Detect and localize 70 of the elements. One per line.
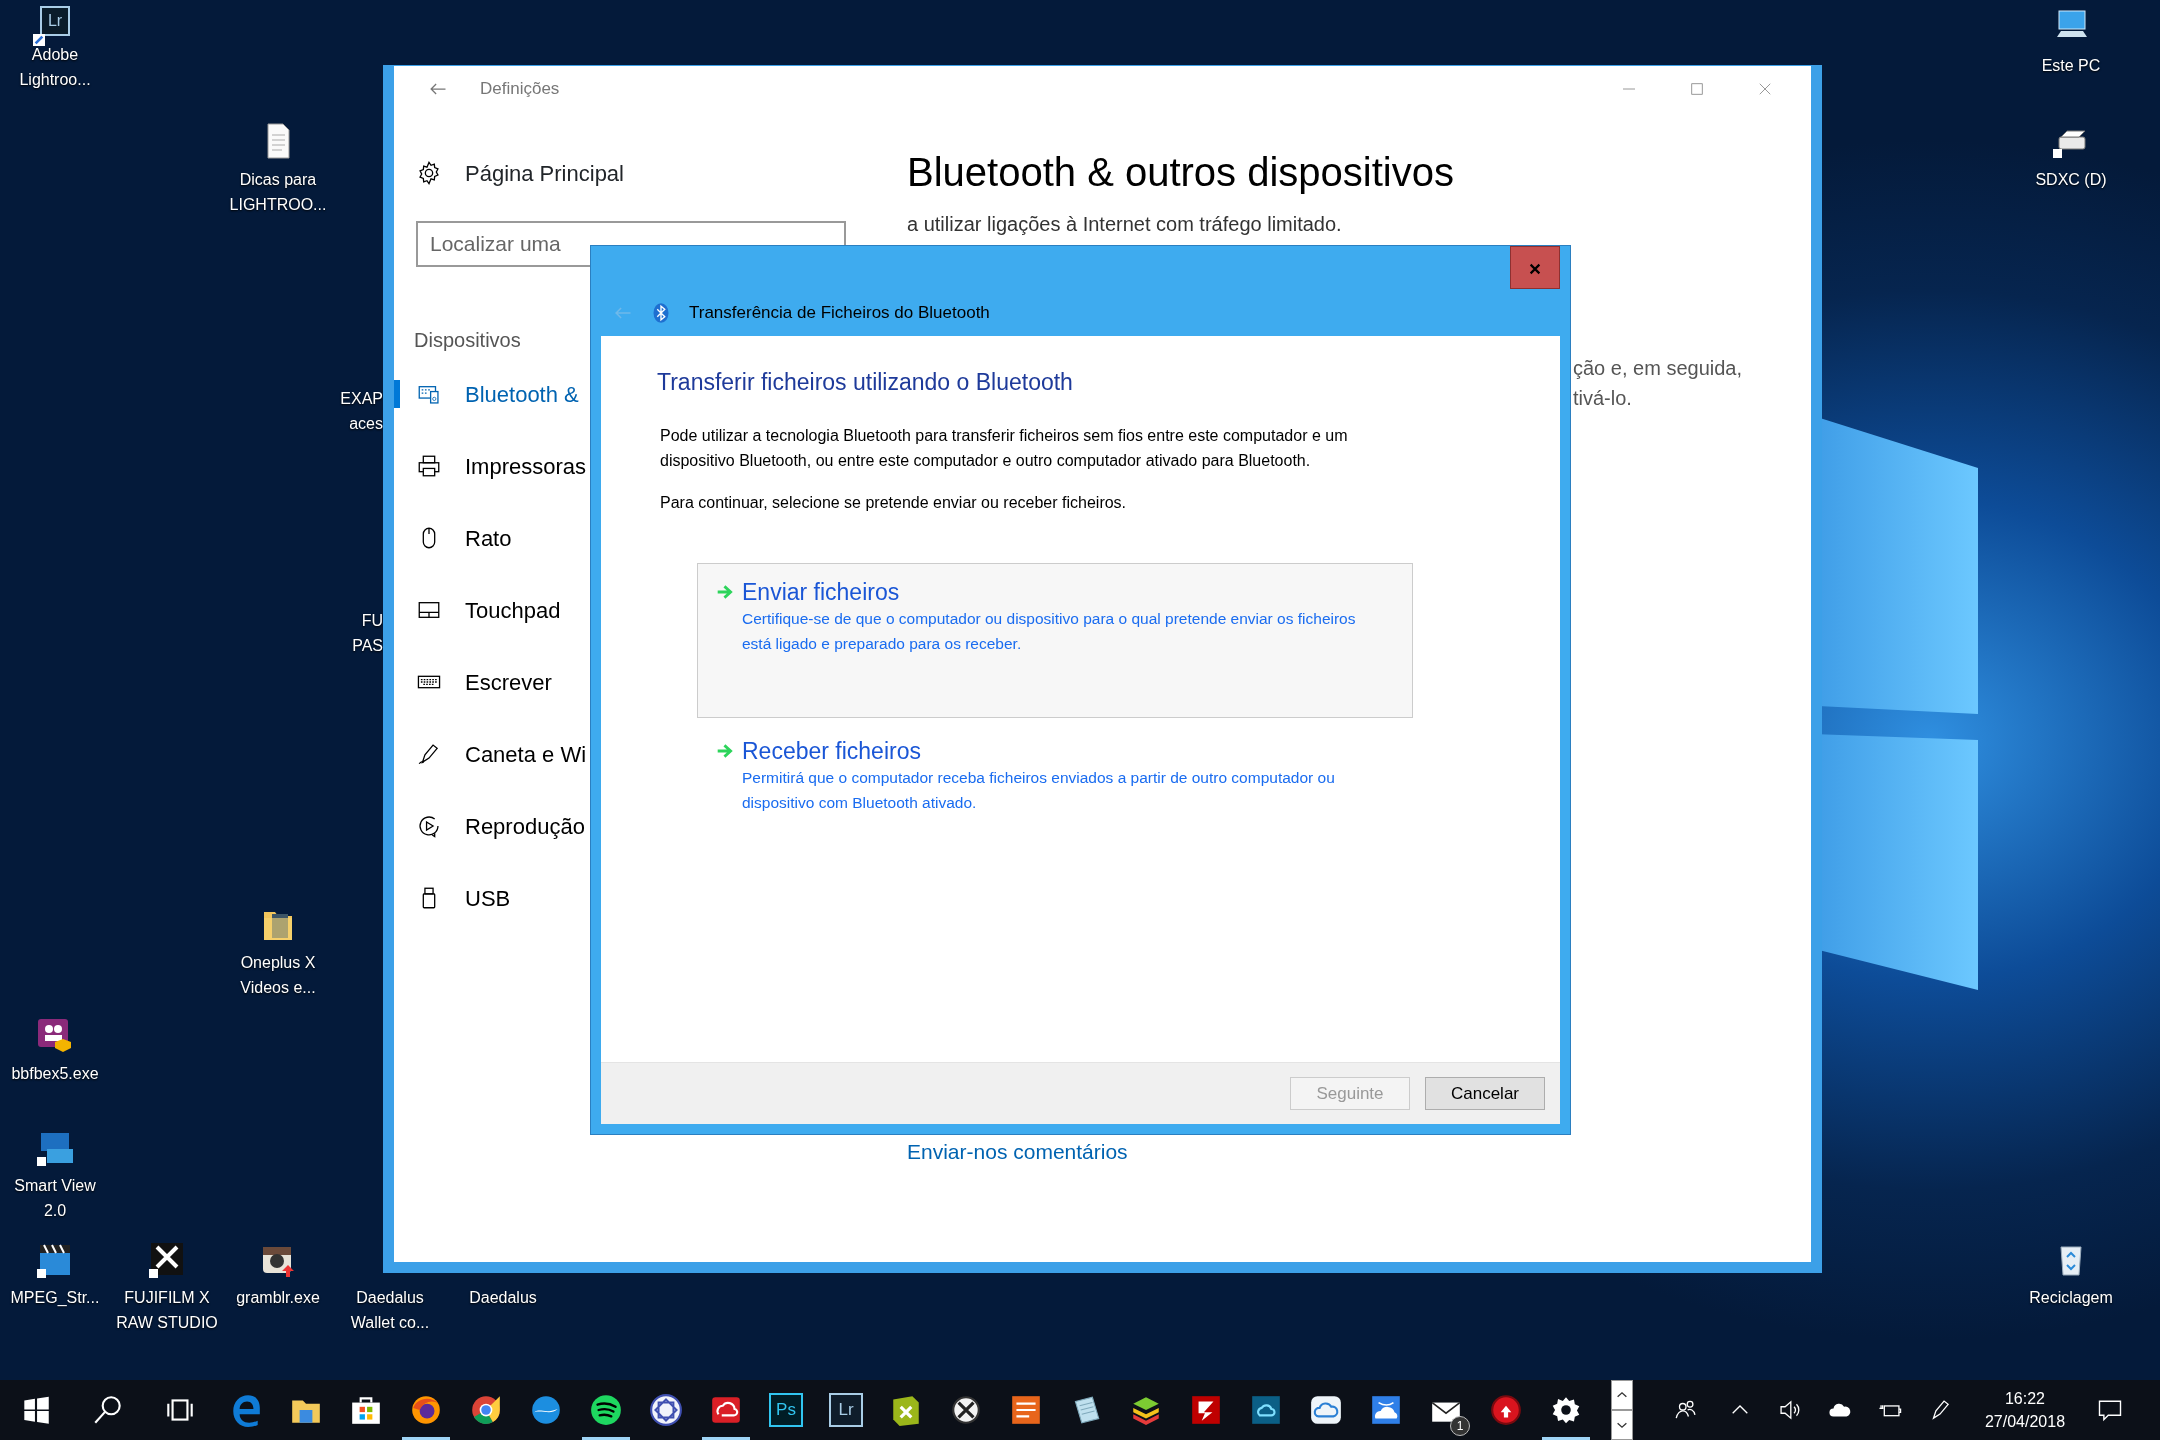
clock-date: 27/04/2018	[1984, 1412, 2066, 1432]
cloud-icon[interactable]	[1309, 1393, 1343, 1427]
option-title: Enviar ficheiros	[742, 578, 900, 606]
nav-item[interactable]: Touchpad	[465, 593, 561, 627]
option-description: Permitirá que o computador receba ficheiros enviados a partir de outro computador ou dispositivo com Bluetooth ativado.	[741, 768, 1336, 813]
icon-label: Smart View 2.0	[13, 1176, 97, 1221]
arrow-icon	[716, 742, 734, 760]
option-panel[interactable]: Receber ficheiros Permitirá que o computador receba ficheiros enviados a partir de outro computador ou dispositivo com Bluetooth ativado.	[697, 722, 1413, 836]
icon-label: Este PC	[2040, 56, 2102, 76]
app-tile[interactable]: Ps	[769, 1393, 803, 1427]
nav-item[interactable]: Rato	[465, 521, 512, 555]
icon-label: FUJIFILM X RAW STUDIO	[115, 1288, 219, 1333]
home-link[interactable]: Página Principal	[465, 156, 624, 190]
description-text: a utilizar ligações à Internet com tráfego limitado.	[907, 212, 1343, 237]
dialog-title: Transferência de Ficheiros do Bluetooth	[689, 301, 990, 324]
icon-label: PAS	[352, 636, 383, 656]
instruction-text: Pode utilizar a tecnologia Bluetooth para transferir ficheiros sem fios entre este computador e um dispositivo Bluetooth, ou entre este computador e outro computador ativado para Bluetooth.	[660, 426, 1349, 471]
close-button[interactable]	[1510, 246, 1560, 289]
bolt-tile-icon[interactable]	[1189, 1393, 1223, 1427]
icon-label: SDXC (D)	[2034, 170, 2108, 190]
option-description: Certifique-se de que o computador ou dispositivo para o qual pretende enviar os ficheiros está ligado e preparado para os receber.	[741, 609, 1357, 654]
icon-label: EXAP	[340, 389, 383, 409]
icon-label: Daedalus Wallet co...	[349, 1288, 431, 1333]
close-icon	[1528, 261, 1542, 276]
app-tile[interactable]: Lr	[40, 6, 70, 36]
window-title: Definições	[480, 77, 560, 100]
dialog-button[interactable]: Cancelar	[1425, 1077, 1545, 1110]
nav-item[interactable]: Impressoras	[465, 449, 587, 483]
fox-globe-icon[interactable]	[409, 1393, 443, 1427]
icon-label: aces	[348, 414, 383, 434]
dialog-heading: Transferir ficheiros utilizando o Bluetooth	[657, 368, 1074, 397]
cloud-tile-icon[interactable]	[1249, 1393, 1283, 1427]
app-tile[interactable]: Lr	[829, 1393, 863, 1427]
x-circle-icon[interactable]	[949, 1393, 983, 1427]
clock-time: 16:22	[2004, 1389, 2045, 1409]
arrow-circle-icon[interactable]	[1489, 1393, 1523, 1427]
icon-label: bbfbex5.exe	[10, 1064, 100, 1084]
feedback-link[interactable]: Enviar-nos comentários	[907, 1137, 1128, 1167]
nav-item[interactable]: Caneta e Wi	[465, 737, 587, 771]
option-title: Receber ficheiros	[742, 737, 921, 765]
settings-icon[interactable]	[416, 160, 442, 186]
icon-label: Reciclagem	[2028, 1288, 2114, 1308]
notification-badge: 1	[1450, 1416, 1470, 1436]
nav-item[interactable]: Escrever	[465, 665, 552, 699]
icon-label: Oneplus X Videos e...	[239, 953, 317, 998]
section-heading: Dispositivos	[414, 328, 522, 353]
clock-button[interactable]: 16:22 27/04/2018	[1965, 1380, 2085, 1440]
option-panel[interactable]: Enviar ficheiros Certifique-se de que o computador ou dispositivo para o qual pretende enviar os ficheiros está ligado e preparado para os receber.	[697, 563, 1413, 718]
nav-item[interactable]: USB	[465, 881, 511, 915]
swoosh-circle-icon[interactable]	[529, 1393, 563, 1427]
description-text: tivá-lo.	[1573, 386, 1633, 411]
icon-label: gramblr.exe	[235, 1288, 321, 1308]
icon-label: Daedalus	[468, 1288, 538, 1308]
description-text: ção e, em seguida,	[1573, 356, 1743, 381]
icon-label: FU	[360, 611, 383, 631]
page-heading: Bluetooth & outros dispositivos	[907, 149, 1455, 196]
icon-label: MPEG_Str...	[9, 1288, 101, 1308]
cloud-smile-icon[interactable]	[1369, 1393, 1403, 1427]
arrow-icon	[716, 583, 734, 601]
nav-item[interactable]: Bluetooth &	[465, 377, 579, 411]
nav-item[interactable]: Reprodução	[465, 809, 585, 843]
instruction-text: Para continuar, selecione se pretende enviar ou receber ficheiros.	[660, 493, 1128, 513]
sound-waves-icon[interactable]	[589, 1393, 623, 1427]
play-circle-icon[interactable]	[416, 813, 442, 839]
icon-label: Dicas para LIGHTROO...	[228, 170, 328, 215]
icon-label: Adobe Lightroo...	[18, 45, 92, 90]
printer-icon[interactable]	[416, 453, 442, 479]
ring-logo-icon[interactable]	[469, 1393, 503, 1427]
document-tile-icon[interactable]	[1009, 1393, 1043, 1427]
knot-circle-icon[interactable]	[649, 1393, 683, 1427]
